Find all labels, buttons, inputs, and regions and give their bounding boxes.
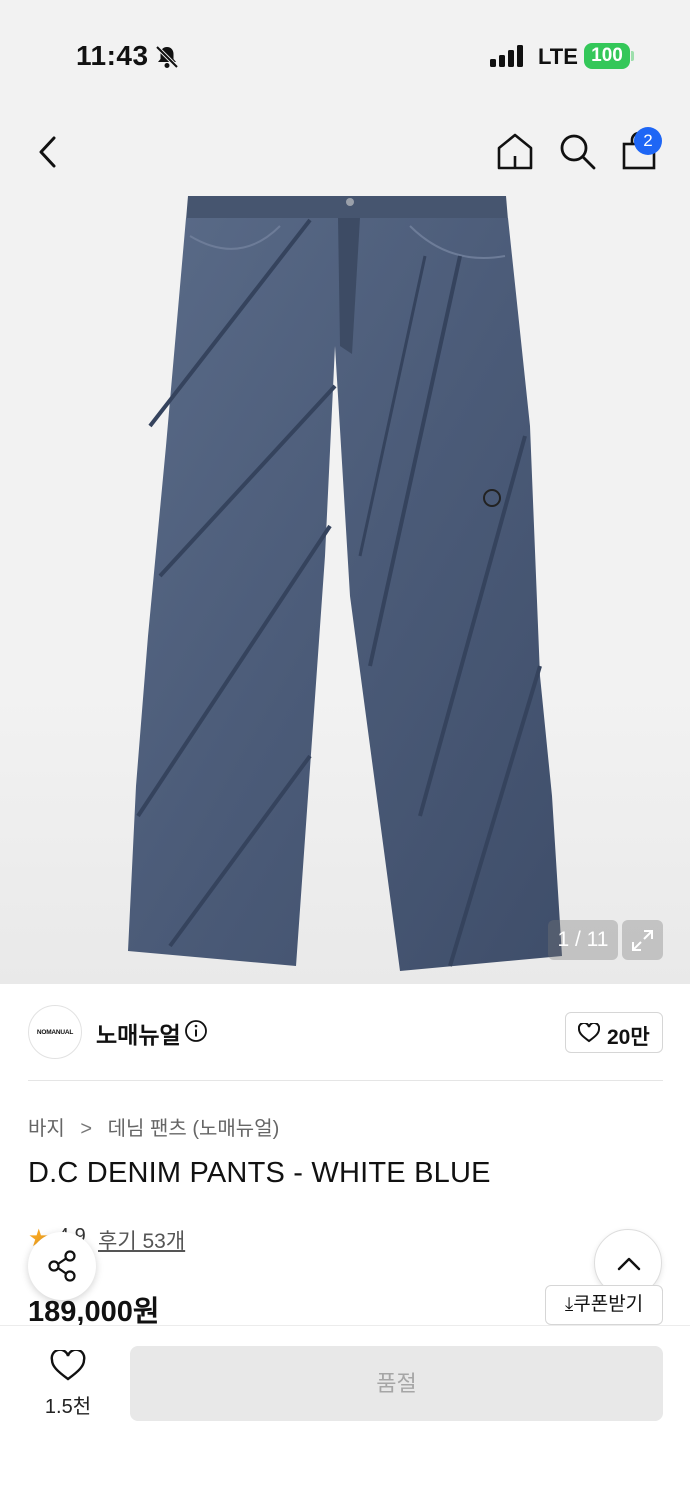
heart-icon (578, 1023, 600, 1043)
bell-slash-icon (155, 45, 179, 69)
wish-count: 1.5천 (44, 1396, 92, 1418)
product-title: D.C DENIM PANTS - WHITE BLUE (28, 1157, 491, 1189)
cart-count-badge: 2 (634, 127, 662, 155)
divider (28, 1080, 663, 1081)
product-hero: 11:43 LTE 100 2 1 / 11 (0, 0, 690, 984)
brand-logo[interactable]: NOMANUAL (28, 1005, 82, 1059)
chevron-up-icon (617, 1257, 641, 1271)
brand-like-count: 20만 (607, 1026, 650, 1049)
status-time: 11:43 (76, 40, 149, 71)
battery-indicator: 100 (584, 43, 630, 69)
info-icon[interactable] (184, 1019, 208, 1043)
search-icon[interactable] (556, 130, 598, 172)
brand-like-button[interactable]: 20만 (565, 1012, 663, 1053)
expand-image-button[interactable] (622, 920, 663, 960)
network-type: LTE (538, 44, 578, 69)
breadcrumb: 바지 > 데님 팬츠 (노매뉴얼) (28, 1112, 279, 1141)
heart-icon (50, 1350, 86, 1381)
brand-name[interactable]: 노매뉴얼 (96, 1016, 181, 1050)
back-icon[interactable] (30, 130, 70, 174)
image-counter: 1 / 11 (548, 920, 618, 960)
product-price: 189,000원 (28, 1296, 160, 1328)
signal-icon (490, 45, 523, 67)
expand-icon (632, 930, 653, 951)
battery-tip (631, 51, 634, 61)
review-link[interactable]: 후기 53개 (98, 1225, 185, 1255)
brand-logo-text: NOMANUAL (36, 1029, 74, 1036)
status-bar: 11:43 LTE 100 (0, 0, 690, 110)
breadcrumb-subcategory[interactable]: 데님 팬츠 (노매뉴얼) (108, 1118, 280, 1140)
share-icon (48, 1250, 76, 1282)
breadcrumb-category[interactable]: 바지 (28, 1118, 65, 1140)
wish-button[interactable]: 1.5천 (36, 1346, 100, 1422)
breadcrumb-separator: > (80, 1118, 93, 1140)
coupon-label: 쿠폰받기 (573, 1294, 644, 1315)
coupon-button[interactable]: ⤓쿠폰받기 (545, 1285, 663, 1325)
product-image[interactable] (120, 196, 570, 971)
download-icon: ⤓ (564, 1294, 574, 1315)
home-icon[interactable] (494, 130, 536, 172)
sold-out-button[interactable]: 품절 (130, 1346, 663, 1421)
